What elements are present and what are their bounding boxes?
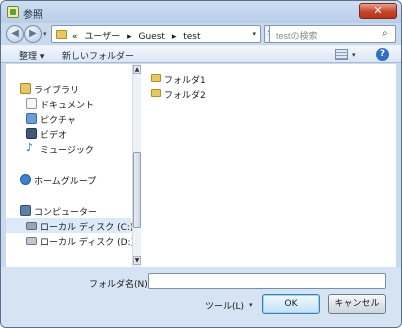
scroll-up-icon[interactable]: ▲: [133, 65, 141, 74]
breadcrumb-item-users[interactable]: ユーザー: [84, 32, 120, 42]
folder-icon: [56, 30, 67, 39]
cancel-button[interactable]: キャンセル: [328, 294, 386, 314]
command-bar: 整理 ▾ 新しいフォルダー ▾ ?: [1, 45, 401, 63]
history-dropdown-icon[interactable]: ▾: [43, 30, 47, 38]
breadcrumb-separator[interactable]: ▸: [172, 32, 177, 42]
nav-item-music[interactable]: ♪ ミュージック: [6, 141, 131, 156]
address-bar[interactable]: « ユーザー ▸ Guest ▸ test ▾: [51, 25, 261, 43]
back-button[interactable]: ◀: [6, 25, 24, 43]
title-bar: 参照 ✕: [1, 1, 401, 23]
breadcrumb: « ユーザー ▸ Guest ▸ test: [72, 29, 205, 42]
organize-button[interactable]: 整理 ▾: [19, 49, 44, 62]
view-dropdown-icon[interactable]: ▾: [352, 51, 356, 59]
close-button[interactable]: ✕: [359, 3, 397, 19]
window-title: 参照: [23, 10, 43, 21]
nav-item-computer[interactable]: コンピューター: [6, 203, 131, 218]
video-icon: [26, 128, 37, 139]
breadcrumb-item-guest[interactable]: Guest: [139, 32, 165, 42]
address-row: ◀ ▶ ▾ « ユーザー ▸ Guest ▸ test ▾ ⇆ ⌕: [1, 23, 401, 45]
breadcrumb-item-test[interactable]: test: [183, 32, 200, 42]
folder-icon: [151, 89, 161, 97]
tools-dropdown-icon[interactable]: ▾: [249, 301, 253, 309]
tools-menu[interactable]: ツール(L): [205, 299, 244, 312]
document-icon: [26, 98, 37, 109]
nav-item-pictures[interactable]: ピクチャ: [6, 111, 131, 126]
ok-button[interactable]: OK: [262, 294, 320, 314]
picture-icon: [26, 113, 37, 124]
navigation-pane: ライブラリ ドキュメント ピクチャ ビデオ ♪ ミュージック ホームグループ コ…: [6, 64, 141, 267]
library-icon: [20, 83, 31, 94]
forward-button[interactable]: ▶: [24, 25, 42, 43]
computer-icon: [20, 205, 31, 216]
folder-name-label: フォルダ名(N):: [89, 280, 151, 290]
homegroup-icon: [20, 174, 31, 185]
search-icon[interactable]: ⌕: [382, 28, 388, 39]
music-icon: ♪: [26, 141, 34, 154]
nav-item-videos[interactable]: ビデオ: [6, 126, 131, 141]
bottom-panel: フォルダ名(N): ツール(L) ▾ OK キャンセル: [1, 267, 401, 327]
nav-scrollbar[interactable]: ▲ ▼: [132, 64, 141, 267]
scroll-thumb[interactable]: [133, 152, 141, 228]
disk-icon: [26, 237, 37, 245]
app-icon: [7, 6, 19, 18]
nav-item-local-disk-d[interactable]: ローカル ディスク (D:): [6, 233, 134, 248]
help-icon[interactable]: ?: [376, 48, 389, 61]
disk-icon: [26, 222, 37, 230]
folder-name-input[interactable]: [148, 273, 386, 289]
new-folder-button[interactable]: 新しいフォルダー: [62, 49, 134, 62]
breadcrumb-overflow[interactable]: «: [72, 32, 78, 42]
browse-dialog: 参照 ✕ ◀ ▶ ▾ « ユーザー ▸ Guest ▸ test ▾ ⇆ ⌕ 整…: [0, 0, 402, 328]
breadcrumb-separator[interactable]: ▸: [127, 32, 132, 42]
folder-icon: [151, 74, 161, 82]
file-list: フォルダ1 フォルダ2: [141, 64, 396, 267]
scroll-down-icon[interactable]: ▼: [133, 256, 141, 265]
view-options-icon[interactable]: [335, 49, 348, 60]
address-dropdown-icon[interactable]: ▾: [252, 30, 256, 38]
nav-item-libraries[interactable]: ライブラリ: [6, 81, 131, 96]
nav-item-documents[interactable]: ドキュメント: [6, 96, 131, 111]
nav-item-homegroup[interactable]: ホームグループ: [6, 172, 131, 187]
nav-item-local-disk-c[interactable]: ローカル ディスク (C:): [6, 218, 133, 233]
search-input[interactable]: [269, 25, 396, 43]
